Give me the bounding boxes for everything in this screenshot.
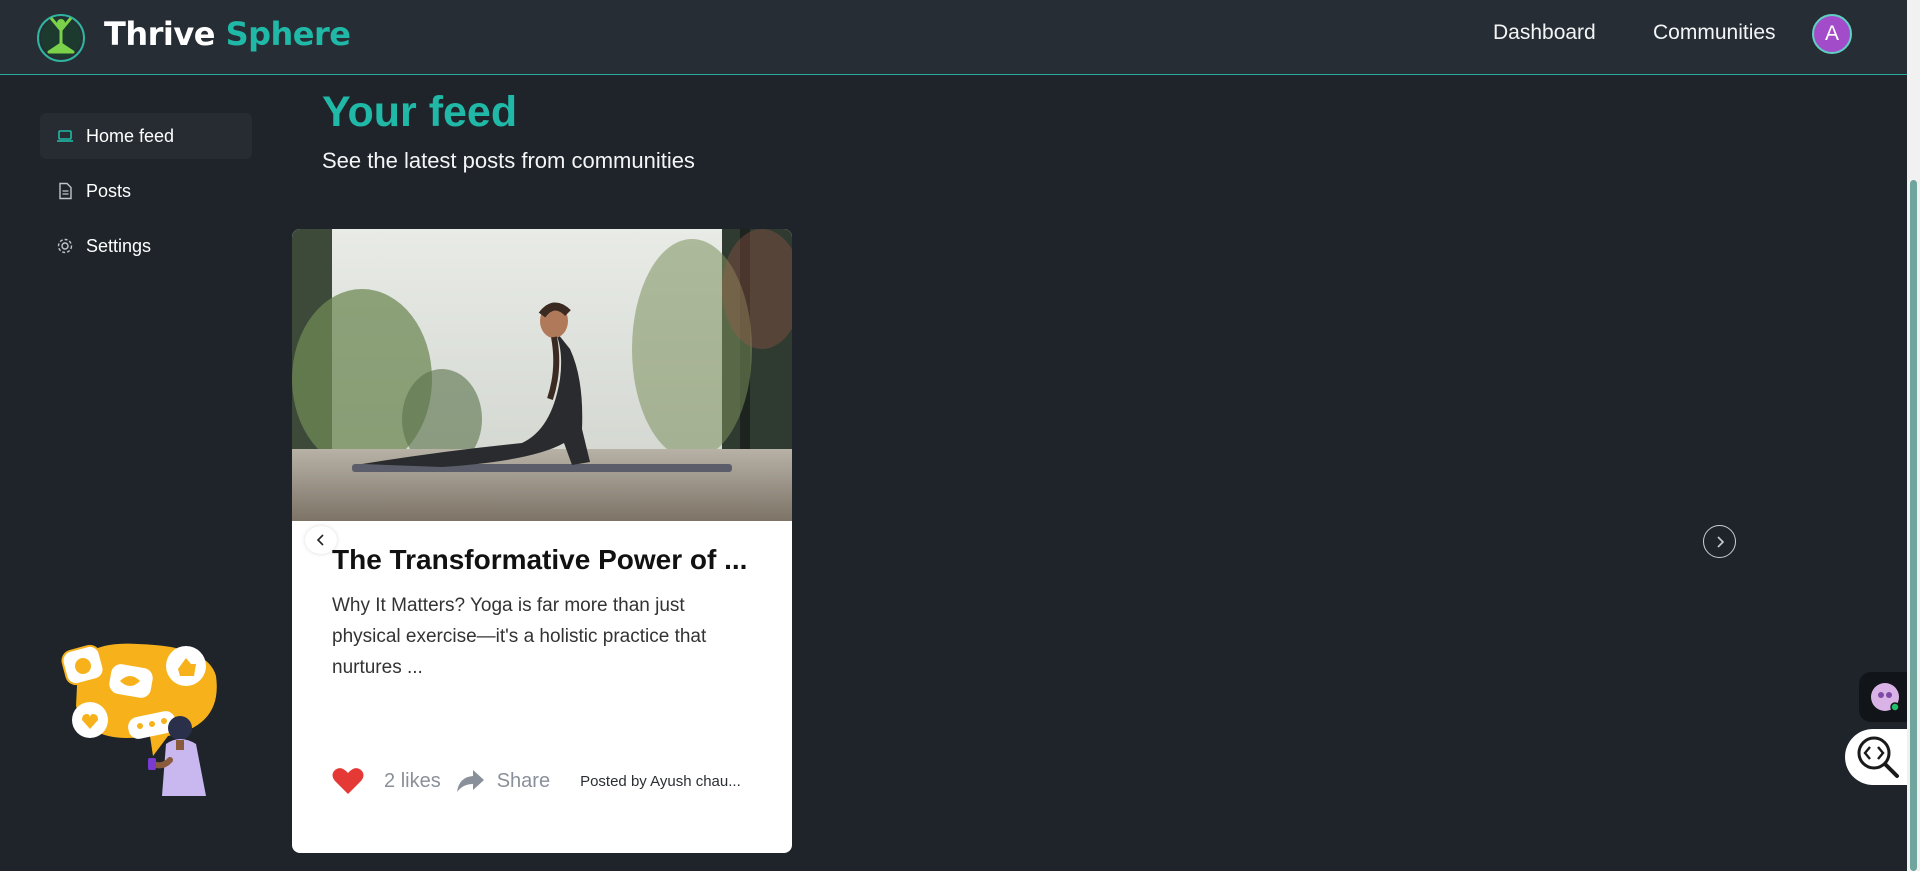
carousel-next-button[interactable] [1703, 525, 1736, 558]
social-chat-illustration [61, 643, 217, 796]
code-search-widget-button[interactable] [1845, 729, 1911, 785]
nav-dashboard-link[interactable]: Dashboard [1493, 21, 1596, 45]
post-card[interactable]: The Transformative Power of ... Why It M… [292, 229, 792, 853]
brand-name-part1: Thrive [104, 15, 215, 53]
code-search-icon [1857, 736, 1899, 778]
gear-icon [56, 237, 74, 255]
sidebar-item-posts[interactable]: Posts [40, 168, 252, 214]
brand-name[interactable]: Thrive Sphere [104, 15, 351, 53]
heart-icon[interactable] [332, 767, 364, 795]
sidebar-item-label: Posts [86, 180, 132, 201]
post-actions: 2 likes Share Posted by Ayush chau... [332, 763, 772, 799]
sidebar-item-label: Settings [86, 235, 152, 256]
post-image [292, 229, 792, 521]
post-title[interactable]: The Transformative Power of ... [332, 544, 762, 576]
likes-count: 2 likes [384, 770, 441, 793]
chevron-left-icon [316, 534, 324, 546]
chevron-right-icon [1716, 535, 1724, 548]
top-navbar: Thrive Sphere Dashboard Communities A [0, 0, 1907, 75]
sidebar-item-label: Home feed [86, 125, 175, 146]
carousel-prev-button[interactable] [305, 526, 337, 554]
post-author: Posted by Ayush chau... [580, 772, 741, 790]
laptop-icon [56, 127, 74, 145]
brand-name-part2: Sphere [225, 15, 351, 53]
nav-communities-link[interactable]: Communities [1653, 21, 1776, 45]
document-icon [56, 182, 74, 200]
sidebar-item-home-feed[interactable]: Home feed [40, 113, 252, 159]
page-subtitle: See the latest posts from communities [322, 148, 695, 173]
likes-label: likes [400, 769, 441, 792]
user-avatar[interactable]: A [1812, 14, 1852, 54]
share-button[interactable]: Share [497, 770, 550, 793]
likes-number: 2 [384, 769, 396, 792]
yoga-logo-icon[interactable] [36, 8, 86, 64]
assistant-widget-button[interactable] [1859, 672, 1911, 722]
page-title: Your feed [322, 88, 518, 136]
sidebar-item-settings[interactable]: Settings [40, 223, 252, 269]
assistant-avatar-icon [1871, 683, 1900, 712]
share-icon[interactable] [455, 768, 485, 794]
post-excerpt: Why It Matters? Yoga is far more than ju… [332, 595, 707, 678]
page-scrollbar-thumb[interactable] [1910, 180, 1917, 871]
